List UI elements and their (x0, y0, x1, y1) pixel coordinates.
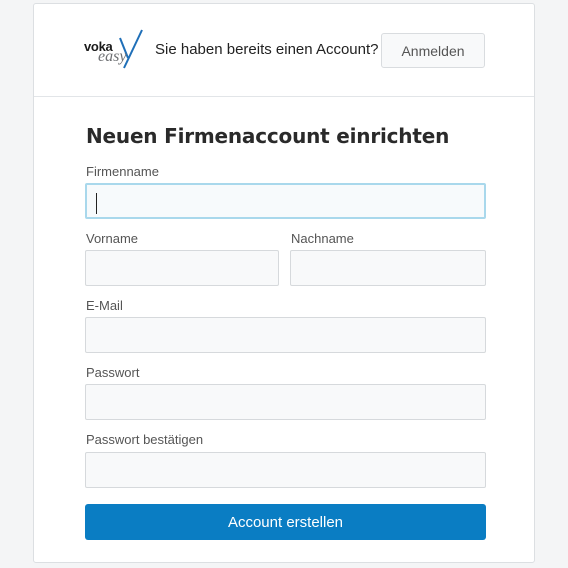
text-caret (96, 193, 97, 214)
signup-card: voka easy Sie haben bereits einen Accoun… (33, 3, 535, 563)
card-header: voka easy Sie haben bereits einen Accoun… (34, 4, 534, 97)
first-name-label: Vorname (86, 231, 139, 246)
first-name-input[interactable] (85, 250, 279, 286)
last-name-input[interactable] (290, 250, 486, 286)
login-button[interactable]: Anmelden (381, 33, 485, 68)
password-confirm-input[interactable] (85, 452, 486, 488)
existing-account-prompt: Sie haben bereits einen Account? (155, 41, 379, 58)
company-name-input[interactable] (85, 183, 486, 219)
last-name-label: Nachname (291, 231, 354, 246)
email-input[interactable] (85, 317, 486, 353)
password-label: Passwort (86, 365, 140, 380)
form-title: Neuen Firmenaccount einrichten (86, 124, 450, 148)
company-name-label: Firmenname (86, 164, 159, 179)
logo-text-secondary: easy (98, 48, 127, 65)
password-confirm-label: Passwort bestätigen (86, 432, 204, 447)
email-label: E-Mail (86, 298, 123, 313)
voka-easy-logo: voka easy (84, 28, 146, 72)
password-input[interactable] (85, 384, 486, 420)
create-account-button[interactable]: Account erstellen (85, 504, 486, 540)
